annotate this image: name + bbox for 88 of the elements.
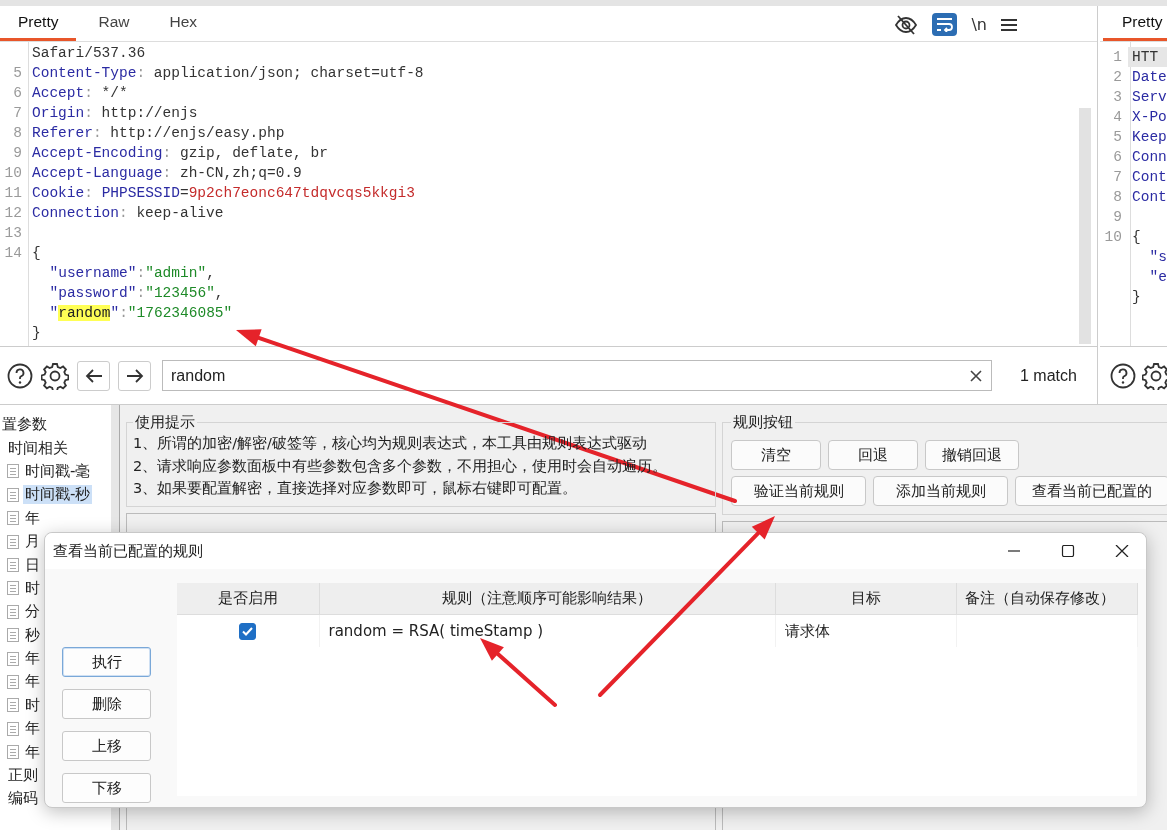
dialog-button[interactable]: 下移 xyxy=(62,773,151,803)
code-line: { xyxy=(1131,228,1142,247)
tree-item[interactable]: 正则 xyxy=(6,766,40,786)
tree-item[interactable]: 时间相关 xyxy=(6,438,70,458)
line-number: 14 xyxy=(3,245,23,261)
line-number: 8 xyxy=(12,125,23,141)
dialog-button[interactable]: 执行 xyxy=(62,647,151,677)
code-line: { xyxy=(31,244,42,263)
code-line: Accept-Language: zh-CN,zh;q=0.9 xyxy=(31,164,303,183)
line-number: 10 xyxy=(1103,229,1123,245)
code-line: Accept-Encoding: gzip, deflate, br xyxy=(31,144,329,163)
search-field[interactable]: random xyxy=(162,360,992,391)
group-title: 规则按钮 xyxy=(732,413,794,432)
rule-button[interactable]: 撤销回退 xyxy=(925,440,1019,470)
tab[interactable]: Raw xyxy=(80,6,148,41)
match-count: 1 match xyxy=(1020,366,1077,385)
rule-button[interactable]: 清空 xyxy=(731,440,821,470)
code-line: Keep xyxy=(1131,128,1167,147)
tree-item[interactable]: 年 xyxy=(23,508,42,528)
tree-item[interactable]: 年 xyxy=(23,742,42,762)
tree-item[interactable]: 时间戳-秒 xyxy=(23,485,93,505)
code-line: "password":"123456", xyxy=(48,284,225,303)
line-number: 12 xyxy=(3,205,23,221)
code-line: Content-Type: application/json; charset=utf-8 xyxy=(31,64,425,83)
code-line: "username":"admin", xyxy=(48,264,216,283)
group-title: 使用提示 xyxy=(134,413,196,432)
code-line: X-Po xyxy=(1131,108,1167,127)
line-number: 9 xyxy=(12,145,23,161)
tree-item[interactable]: 时 xyxy=(23,695,42,715)
tree-item[interactable]: 日 xyxy=(23,555,42,575)
dialog-button[interactable]: 删除 xyxy=(62,689,151,719)
code-line: Referer: http://enjs/easy.php xyxy=(31,124,286,143)
tree-item[interactable]: 编码 xyxy=(6,789,40,809)
tree-item[interactable]: 秒 xyxy=(23,625,42,645)
rule-button[interactable]: 添加当前规则 xyxy=(873,476,1008,506)
line-number: 6 xyxy=(1112,149,1123,165)
code-line: Conn xyxy=(1131,148,1167,167)
tree-item[interactable]: 时 xyxy=(23,578,42,598)
line-number: 6 xyxy=(12,85,23,101)
code-line: "e xyxy=(1148,268,1167,287)
code-line: } xyxy=(31,324,42,343)
line-number: 7 xyxy=(1112,169,1123,185)
column-header[interactable]: 是否启用 xyxy=(177,583,319,615)
tree-item[interactable]: 时间戳-毫 xyxy=(23,461,93,481)
code-line: Cookie: PHPSESSID=9p2ch7eonc647tdqvcqs5kkgi3 xyxy=(31,184,416,203)
line-number: 9 xyxy=(1112,209,1123,225)
dialog-button[interactable]: 上移 xyxy=(62,731,151,761)
code-line: Safari/537.36 xyxy=(31,44,147,63)
line-number: 5 xyxy=(1112,129,1123,145)
rule-button[interactable]: 验证当前规则 xyxy=(731,476,866,506)
tree-item[interactable]: 年 xyxy=(23,649,42,669)
hint-text: 3、如果要配置解密，直接选择对应参数即可，鼠标右键即可配置。 xyxy=(133,479,579,498)
line-number: 3 xyxy=(1112,89,1123,105)
tab[interactable]: Pretty xyxy=(0,6,77,41)
tree-item[interactable]: 置参数 xyxy=(0,415,49,435)
tree-item[interactable]: 月 xyxy=(23,532,42,552)
line-number: 7 xyxy=(12,105,23,121)
line-number: 4 xyxy=(1112,109,1123,125)
code-line: Connection: keep-alive xyxy=(31,204,225,223)
code-line: Accept: */* xyxy=(31,84,129,103)
code-line: Cont xyxy=(1131,188,1167,207)
code-line: Date xyxy=(1131,68,1167,87)
column-header[interactable]: 备注（自动保存修改） xyxy=(956,583,1137,615)
table-cell: 请求体 xyxy=(775,614,956,647)
code-line: Cont xyxy=(1131,168,1167,187)
line-number: 11 xyxy=(3,185,23,201)
dialog-title: 查看当前已配置的规则 xyxy=(53,541,204,561)
code-line: "s xyxy=(1148,248,1167,267)
line-number: 5 xyxy=(12,65,23,81)
column-header[interactable]: 目标 xyxy=(775,583,956,615)
newline-toggle[interactable]: \n xyxy=(971,15,987,34)
line-number: 13 xyxy=(3,225,23,241)
rule-button[interactable]: 查看当前已配置的 xyxy=(1015,476,1167,506)
tree-item[interactable]: 年 xyxy=(23,672,42,692)
line-number: 8 xyxy=(1112,189,1123,205)
rule-button[interactable]: 回退 xyxy=(828,440,918,470)
line-number: 2 xyxy=(1112,69,1123,85)
line-number: 1 xyxy=(1112,49,1123,65)
tab[interactable]: Hex xyxy=(151,6,216,41)
tab[interactable]: Pretty xyxy=(1103,6,1167,41)
code-line: Serv xyxy=(1131,88,1167,107)
tree-item[interactable]: 年 xyxy=(23,719,42,739)
tree-item[interactable]: 分 xyxy=(23,602,42,622)
code-line: Origin: http://enjs xyxy=(31,104,199,123)
line-number: 10 xyxy=(3,165,23,181)
code-line: "random":"1762346085" xyxy=(48,304,234,323)
code-line: } xyxy=(1131,288,1142,307)
column-header[interactable]: 规则（注意顺序可能影响结果） xyxy=(319,583,775,615)
